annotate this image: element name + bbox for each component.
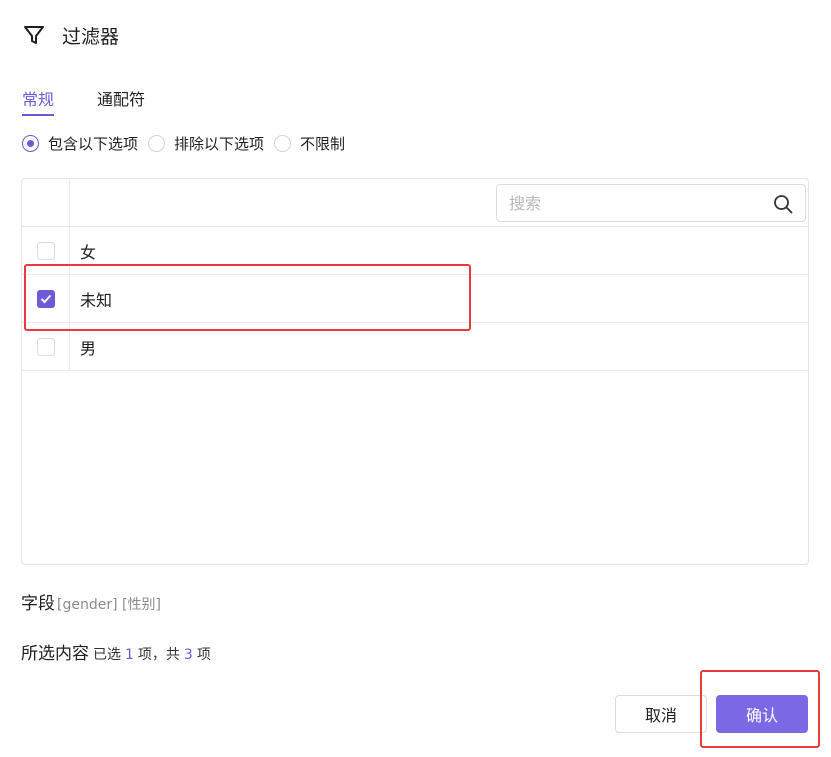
- cancel-button[interactable]: 取消: [615, 695, 707, 733]
- dialog-header: 过滤器: [22, 20, 119, 50]
- header-check-cell: [22, 179, 70, 226]
- table-header: [22, 179, 808, 227]
- radio-button[interactable]: [274, 135, 292, 152]
- field-info: 字段 [gender] [性别]: [21, 589, 161, 614]
- row-checkbox[interactable]: [36, 337, 55, 356]
- tab-wildcard[interactable]: 通配符: [97, 86, 145, 116]
- selected-count: 1: [125, 647, 134, 663]
- options-table: 女 未知 男: [21, 178, 809, 565]
- tab-bar: 常规 通配符: [22, 86, 145, 116]
- radio-include[interactable]: 包含以下选项: [22, 133, 138, 154]
- selection-prefix: 已选: [93, 647, 121, 663]
- radio-button[interactable]: [148, 135, 166, 152]
- check-icon: [40, 294, 51, 303]
- selection-summary: 所选内容 已选 1 项，共 3 项: [21, 639, 211, 664]
- confirm-button[interactable]: 确认: [716, 695, 808, 733]
- row-label: 未知: [80, 290, 113, 310]
- radio-button[interactable]: [22, 135, 39, 152]
- field-detail: [gender] [性别]: [57, 597, 161, 613]
- dialog-title: 过滤器: [62, 25, 120, 48]
- radio-label: 不限制: [300, 135, 346, 153]
- search-input[interactable]: [509, 193, 759, 213]
- selection-middle: 项，共: [137, 647, 180, 663]
- radio-label: 排除以下选项: [174, 135, 265, 153]
- search-box[interactable]: [496, 184, 806, 222]
- selection-label: 所选内容: [21, 644, 89, 664]
- row-checkbox[interactable]: [36, 289, 55, 308]
- table-row[interactable]: 女: [22, 227, 808, 275]
- table-row[interactable]: 未知: [22, 275, 808, 323]
- radio-label: 包含以下选项: [48, 135, 139, 153]
- search-icon[interactable]: [773, 194, 793, 214]
- row-check-cell: [22, 227, 70, 274]
- row-checkbox[interactable]: [36, 241, 55, 260]
- row-check-cell: [22, 275, 70, 322]
- radio-exclude[interactable]: 排除以下选项: [148, 133, 264, 154]
- row-check-cell: [22, 323, 70, 370]
- tab-general[interactable]: 常规: [22, 86, 55, 116]
- selection-suffix: 项: [196, 647, 211, 663]
- filter-mode-group: 包含以下选项 排除以下选项 不限制: [22, 133, 355, 154]
- row-label: 男: [80, 338, 97, 358]
- filter-icon: [22, 23, 46, 47]
- total-count: 3: [183, 647, 193, 663]
- row-label: 女: [80, 242, 97, 262]
- field-label: 字段: [21, 594, 55, 614]
- radio-unlimited[interactable]: 不限制: [274, 133, 345, 154]
- table-row[interactable]: 男: [22, 323, 808, 371]
